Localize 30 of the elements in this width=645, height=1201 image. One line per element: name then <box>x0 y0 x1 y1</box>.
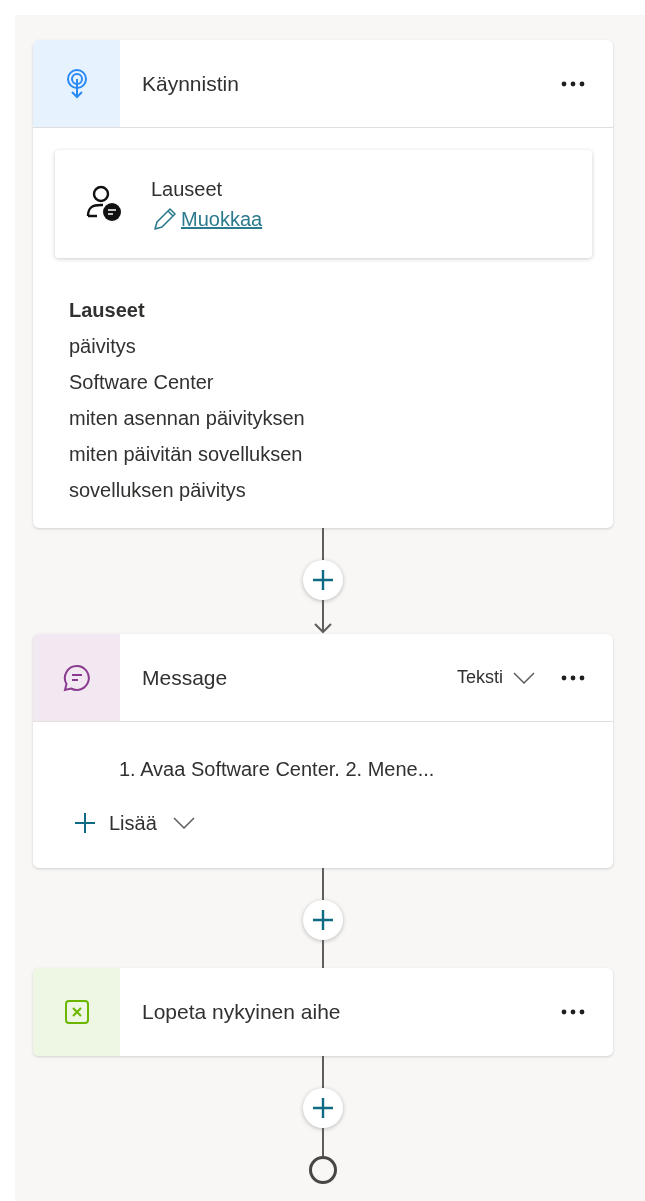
add-menu[interactable]: Lisää <box>109 808 195 838</box>
more-icon[interactable] <box>561 1009 585 1015</box>
phrase-text: sovelluksen päivitys <box>69 478 247 503</box>
phrase-text: Software Center <box>69 370 215 395</box>
add-step-button[interactable] <box>303 900 343 940</box>
edit-link[interactable]: Muokkaa <box>181 204 263 234</box>
plus-icon <box>312 909 334 931</box>
phrase-text: miten päivitän sovelluksen <box>69 442 304 467</box>
more-icon[interactable] <box>561 674 585 681</box>
chevron-down-icon <box>172 817 195 829</box>
format-dropdown[interactable]: Teksti <box>457 664 535 691</box>
phrase-text: päivitys <box>69 334 137 359</box>
more-icon[interactable] <box>561 80 585 87</box>
phrases-title: Lauseet <box>151 177 224 202</box>
plus-icon <box>312 1097 334 1119</box>
plus-icon <box>312 569 334 591</box>
chevron-down-icon <box>513 671 535 684</box>
pencil-icon <box>151 207 177 231</box>
phrase-text: miten asennan päivityksen <box>69 406 306 431</box>
phrases-heading: Lauseet <box>69 298 146 323</box>
close-box-icon <box>63 999 90 1025</box>
plus-icon <box>75 813 95 833</box>
node-title: Message <box>142 664 229 691</box>
node-title: Lopeta nykyinen aihe <box>142 999 342 1026</box>
message-preview: 1. Avaa Software Center. 2. Mene... <box>118 757 436 782</box>
trigger-icon <box>65 68 88 99</box>
chat-bubble-icon <box>62 663 91 692</box>
add-step-button[interactable] <box>303 560 343 600</box>
add-step-button[interactable] <box>303 1088 343 1128</box>
node-title: Käynnistin <box>142 70 240 97</box>
